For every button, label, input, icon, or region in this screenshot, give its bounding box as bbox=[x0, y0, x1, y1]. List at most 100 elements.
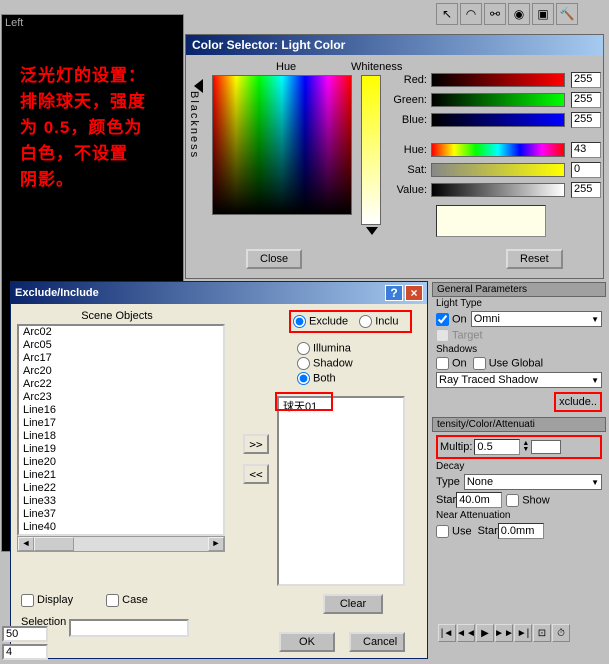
blackness-label: Blackness bbox=[190, 91, 200, 159]
utilities-icon[interactable]: 🔨 bbox=[556, 3, 578, 25]
list-item[interactable]: Arc22 bbox=[19, 378, 223, 391]
input-2[interactable]: 4 bbox=[2, 644, 48, 660]
time-config-icon[interactable]: ⏱ bbox=[552, 624, 570, 642]
val-slider[interactable] bbox=[431, 183, 565, 197]
dialog-titlebar[interactable]: Exclude/Include ? × bbox=[11, 282, 427, 304]
close-button[interactable]: Close bbox=[246, 249, 302, 269]
red-slider[interactable] bbox=[431, 73, 565, 87]
key-mode-icon[interactable]: ⊡ bbox=[533, 624, 551, 642]
start-label: Star bbox=[436, 494, 456, 506]
mode-radios: Illumina Shadow Both bbox=[297, 342, 361, 387]
cancel-button[interactable]: Cancel bbox=[349, 632, 405, 652]
decay-start-spinner[interactable]: 40.0m bbox=[456, 492, 502, 508]
general-parameters-header[interactable]: General Parameters bbox=[432, 282, 606, 297]
list-item[interactable]: Line21 bbox=[19, 469, 223, 482]
list-item[interactable]: Line17 bbox=[19, 417, 223, 430]
goto-start-icon[interactable]: |◄ bbox=[438, 624, 456, 642]
play-icon[interactable]: ▶ bbox=[476, 624, 494, 642]
list-item[interactable]: Arc17 bbox=[19, 352, 223, 365]
color-swatch[interactable] bbox=[436, 205, 546, 237]
list-item[interactable]: Line18 bbox=[19, 430, 223, 443]
display-icon[interactable]: ▣ bbox=[532, 3, 554, 25]
hue-picker[interactable] bbox=[212, 75, 352, 215]
hierarchy-icon[interactable]: ⚯ bbox=[484, 3, 506, 25]
hue-value[interactable]: 43 bbox=[571, 142, 601, 158]
multiplier-label: Multip: bbox=[440, 441, 472, 453]
green-slider[interactable] bbox=[431, 93, 565, 107]
list-item[interactable]: Line22 bbox=[19, 482, 223, 495]
list-item[interactable]: Arc20 bbox=[19, 365, 223, 378]
window-title[interactable]: Color Selector: Light Color bbox=[186, 35, 603, 55]
light-type-label: Light Type bbox=[436, 298, 602, 309]
on-checkbox[interactable]: On bbox=[436, 313, 467, 326]
red-value[interactable]: 255 bbox=[571, 72, 601, 88]
sat-label: Sat: bbox=[391, 164, 431, 176]
viewport-label: Left bbox=[3, 16, 25, 30]
sat-slider[interactable] bbox=[431, 163, 565, 177]
bottom-inputs: 50 4 bbox=[2, 626, 48, 660]
exclude-button[interactable]: xclude.. bbox=[554, 392, 602, 412]
both-radio[interactable]: Both bbox=[297, 372, 353, 385]
remove-button[interactable]: << bbox=[243, 464, 269, 484]
illumination-radio[interactable]: Illumina bbox=[297, 342, 353, 355]
whiteness-slider[interactable] bbox=[361, 75, 381, 225]
target-list[interactable]: 球天01 bbox=[277, 396, 405, 586]
ok-button[interactable]: OK bbox=[279, 632, 335, 652]
list-item[interactable]: Arc23 bbox=[19, 391, 223, 404]
exclude-radio[interactable]: Exclude bbox=[293, 315, 348, 328]
green-value[interactable]: 255 bbox=[571, 92, 601, 108]
scroll-thumb[interactable] bbox=[34, 537, 74, 551]
selection-sets-dropdown[interactable] bbox=[69, 619, 189, 637]
list-item[interactable]: Line33 bbox=[19, 495, 223, 508]
display-checkbox[interactable]: Display bbox=[21, 594, 73, 606]
list-item[interactable]: Arc05 bbox=[19, 339, 223, 352]
list-item[interactable]: Line37 bbox=[19, 508, 223, 521]
add-button[interactable]: >> bbox=[243, 434, 269, 454]
list-item[interactable]: Line20 bbox=[19, 456, 223, 469]
shadows-on-checkbox[interactable]: On bbox=[436, 357, 467, 370]
list-item[interactable]: Line40 bbox=[19, 521, 223, 534]
motion-icon[interactable]: ◉ bbox=[508, 3, 530, 25]
input-1[interactable]: 50 bbox=[2, 626, 48, 642]
goto-end-icon[interactable]: ►| bbox=[514, 624, 532, 642]
next-frame-icon[interactable]: ►► bbox=[495, 624, 513, 642]
close-icon[interactable]: × bbox=[405, 285, 423, 301]
intensity-header[interactable]: tensity/Color/Attenuati bbox=[432, 417, 606, 432]
scroll-left-icon[interactable]: ◄ bbox=[18, 537, 34, 551]
clear-button[interactable]: Clear bbox=[323, 594, 383, 614]
shadow-radio[interactable]: Shadow bbox=[297, 357, 353, 370]
reset-button[interactable]: Reset bbox=[506, 249, 563, 269]
light-color-swatch[interactable] bbox=[531, 440, 561, 454]
list-item[interactable]: Line19 bbox=[19, 443, 223, 456]
val-value[interactable]: 255 bbox=[571, 182, 601, 198]
whiteness-arrow-icon[interactable] bbox=[366, 227, 378, 235]
blue-slider[interactable] bbox=[431, 113, 565, 127]
decay-type-dropdown[interactable]: None bbox=[464, 474, 602, 490]
light-type-dropdown[interactable]: Omni bbox=[471, 311, 602, 327]
case-checkbox[interactable]: Case bbox=[106, 594, 148, 606]
sat-value[interactable]: 0 bbox=[571, 162, 601, 178]
type-label: Type bbox=[436, 476, 460, 488]
blue-value[interactable]: 255 bbox=[571, 112, 601, 128]
include-radio[interactable]: Inclu bbox=[359, 315, 398, 328]
shadow-type-dropdown[interactable]: Ray Traced Shadow bbox=[436, 372, 602, 388]
hue-slider[interactable] bbox=[431, 143, 565, 157]
target-checkbox[interactable]: Target bbox=[436, 329, 483, 342]
near-start-spinner[interactable]: 0.0mm bbox=[498, 523, 544, 539]
scrollbar-horizontal[interactable]: ◄ ► bbox=[17, 536, 225, 552]
help-button[interactable]: ? bbox=[385, 285, 403, 301]
arc-icon[interactable]: ◠ bbox=[460, 3, 482, 25]
arrow-icon[interactable]: ↖ bbox=[436, 3, 458, 25]
use-global-checkbox[interactable]: Use Global bbox=[473, 357, 543, 370]
prev-frame-icon[interactable]: ◄◄ bbox=[457, 624, 475, 642]
green-label: Green: bbox=[391, 94, 431, 106]
show-checkbox[interactable]: Show bbox=[506, 494, 550, 507]
scroll-right-icon[interactable]: ► bbox=[208, 537, 224, 551]
spinner-arrows-icon[interactable]: ▲▼ bbox=[522, 441, 529, 453]
list-item[interactable]: Arc02 bbox=[19, 326, 223, 339]
list-item[interactable]: Line16 bbox=[19, 404, 223, 417]
scene-objects-list[interactable]: Arc02Arc05Arc17Arc20Arc22Arc23Line16Line… bbox=[17, 324, 225, 536]
multiplier-spinner[interactable]: 0.5 bbox=[474, 439, 520, 455]
near-start-label: Star bbox=[478, 525, 498, 537]
use-checkbox[interactable]: Use bbox=[436, 525, 472, 538]
